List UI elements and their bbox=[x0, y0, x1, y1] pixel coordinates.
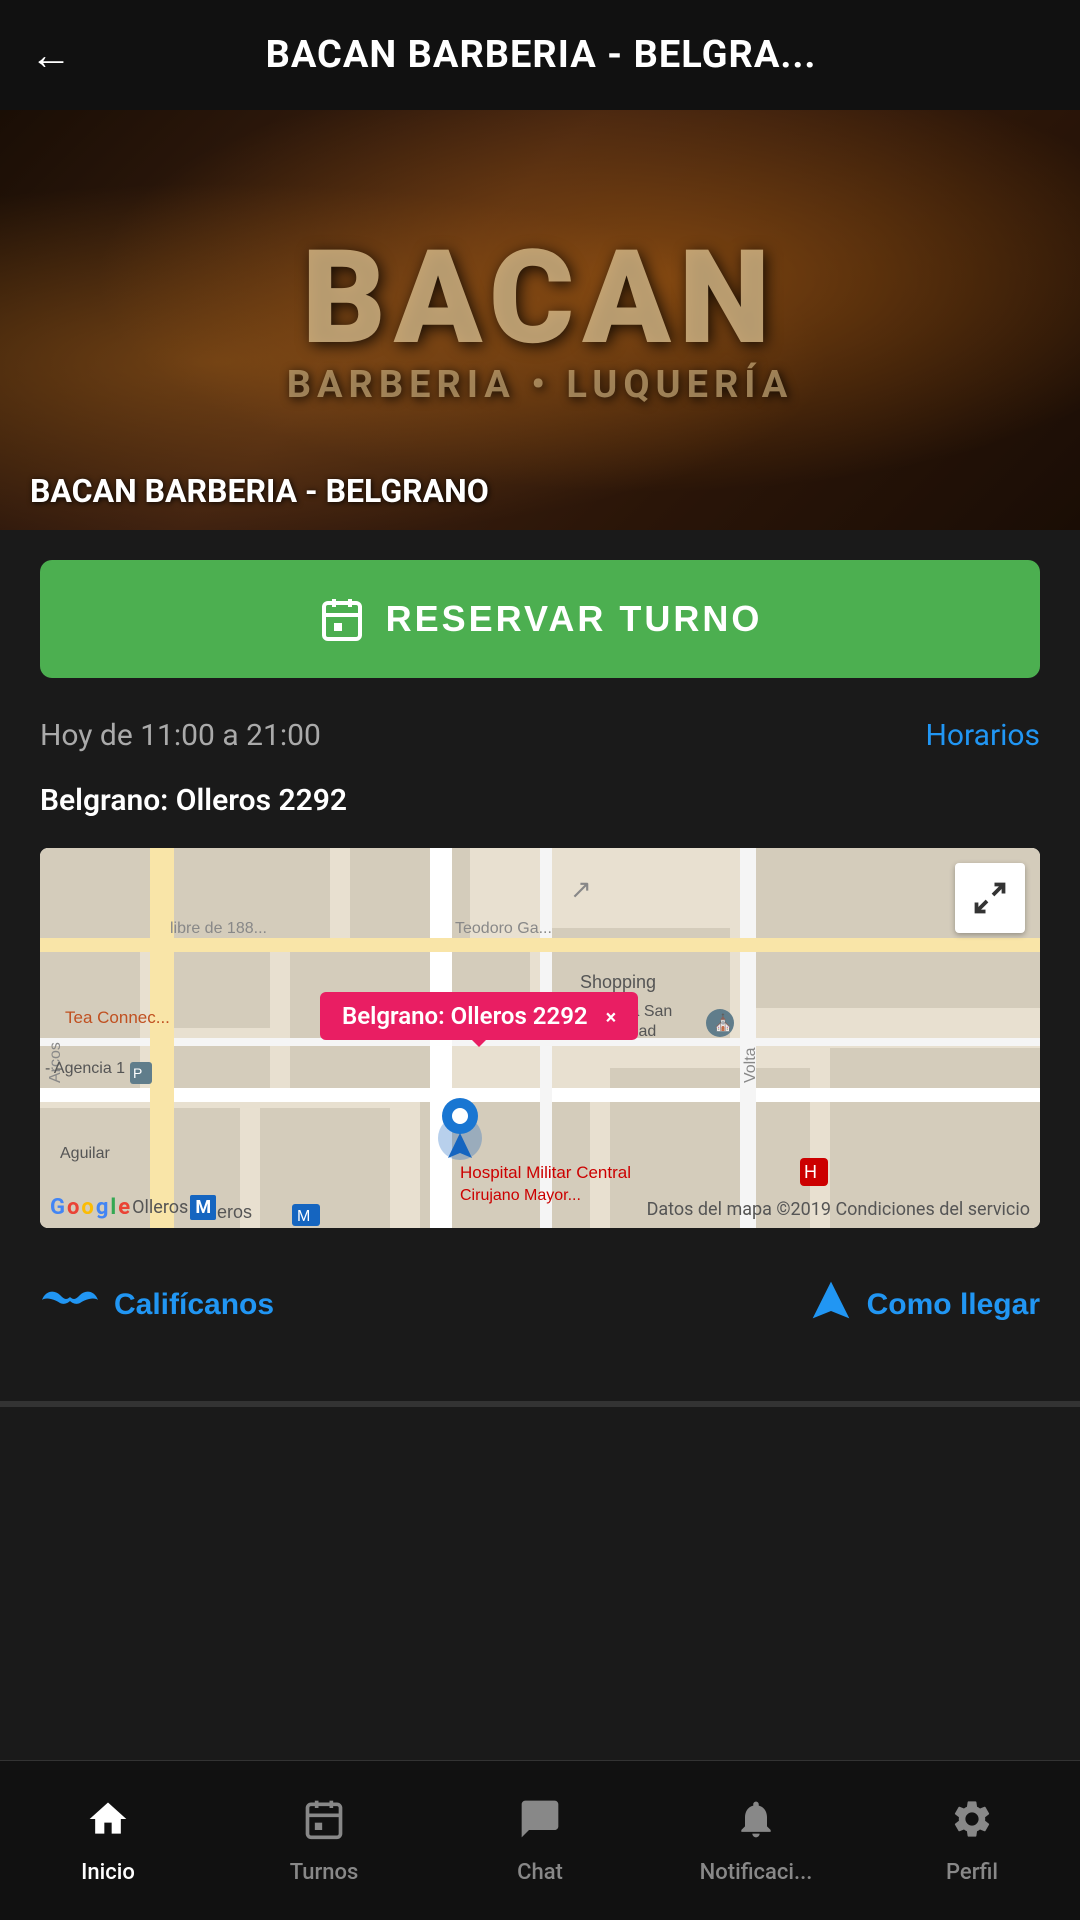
rate-label: Califícanos bbox=[114, 1288, 274, 1322]
directions-button[interactable]: Como llegar bbox=[809, 1278, 1040, 1331]
map-copyright: Datos del mapa ©2019 Condiciones del ser… bbox=[647, 1199, 1030, 1220]
nav-label-chat: Chat bbox=[517, 1860, 563, 1885]
map-container[interactable]: libre de 188... Teodoro Ga... Arcos Volt… bbox=[40, 848, 1040, 1228]
svg-text:P: P bbox=[133, 1065, 142, 1081]
navigation-icon bbox=[809, 1278, 853, 1331]
nav-label-inicio: Inicio bbox=[81, 1860, 135, 1885]
hero-sub-text: BARBERIA • LUQUERÍA bbox=[287, 363, 794, 407]
svg-text:Hospital Militar Central: Hospital Militar Central bbox=[460, 1163, 631, 1182]
horarios-link[interactable]: Horarios bbox=[926, 718, 1040, 753]
chat-icon bbox=[518, 1797, 562, 1852]
svg-text:↗: ↗ bbox=[570, 874, 592, 904]
svg-text:H: H bbox=[804, 1162, 817, 1182]
header: ← BACAN BARBERIA - BELGRA... bbox=[0, 0, 1080, 110]
rate-button[interactable]: Califícanos bbox=[40, 1282, 274, 1327]
fullscreen-icon bbox=[972, 880, 1008, 916]
hero-big-text: BACAN bbox=[302, 233, 778, 363]
svg-text:Aguilar: Aguilar bbox=[60, 1145, 110, 1162]
hours-row: Hoy de 11:00 a 21:00 Horarios bbox=[40, 718, 1040, 753]
hero-overlay: BACAN BARBERIA • LUQUERÍA bbox=[0, 110, 1080, 530]
hero-caption: BACAN BARBERIA - BELGRANO bbox=[30, 472, 489, 510]
nav-item-chat[interactable]: Chat bbox=[432, 1761, 648, 1920]
page-title: BACAN BARBERIA - BELGRA... bbox=[92, 33, 990, 77]
home-icon bbox=[86, 1797, 130, 1852]
map-tooltip: Belgrano: Olleros 2292 × bbox=[320, 992, 638, 1040]
nav-item-turnos[interactable]: Turnos bbox=[216, 1761, 432, 1920]
tooltip-text: Belgrano: Olleros 2292 bbox=[342, 1002, 588, 1030]
nav-label-turnos: Turnos bbox=[290, 1860, 359, 1885]
bottom-navigation: Inicio Turnos Chat Noti bbox=[0, 1760, 1080, 1920]
nav-label-perfil: Perfil bbox=[946, 1860, 998, 1885]
map-close-button[interactable]: × bbox=[606, 1005, 617, 1029]
svg-text:⛪: ⛪ bbox=[713, 1013, 733, 1032]
svg-text:Teodoro Ga...: Teodoro Ga... bbox=[455, 920, 552, 937]
svg-text:Cirujano Mayor...: Cirujano Mayor... bbox=[460, 1187, 581, 1204]
nav-label-notificaciones: Notificaci... bbox=[700, 1860, 813, 1885]
back-button[interactable]: ← bbox=[30, 31, 72, 80]
google-suffix: Olleros bbox=[132, 1197, 188, 1218]
main-content: RESERVAR TURNO Hoy de 11:00 a 21:00 Hora… bbox=[0, 530, 1080, 1401]
address-text: Belgrano: Olleros 2292 bbox=[40, 783, 1040, 818]
nav-item-inicio[interactable]: Inicio bbox=[0, 1761, 216, 1920]
hours-text: Hoy de 11:00 a 21:00 bbox=[40, 718, 321, 753]
google-brand: Google Olleros M bbox=[50, 1195, 216, 1220]
nav-item-perfil[interactable]: Perfil bbox=[864, 1761, 1080, 1920]
gear-icon bbox=[950, 1797, 994, 1852]
reserve-label: RESERVAR TURNO bbox=[386, 598, 763, 640]
mustache-icon bbox=[40, 1282, 100, 1327]
bell-icon bbox=[734, 1797, 778, 1852]
nav-item-notificaciones[interactable]: Notificaci... bbox=[648, 1761, 864, 1920]
svg-text:Tea Connec...: Tea Connec... bbox=[65, 1008, 170, 1027]
fullscreen-button[interactable] bbox=[955, 863, 1025, 933]
svg-text:libre de 188...: libre de 188... bbox=[170, 920, 267, 937]
reserve-button[interactable]: RESERVAR TURNO bbox=[40, 560, 1040, 678]
calendar-nav-icon bbox=[302, 1797, 346, 1852]
svg-text:- Agencia 1: - Agencia 1 bbox=[45, 1060, 125, 1077]
svg-text:Shopping: Shopping bbox=[580, 972, 656, 992]
directions-label: Como llegar bbox=[867, 1288, 1040, 1322]
metro-icon: M bbox=[190, 1195, 216, 1220]
actions-row: Califícanos Como llegar bbox=[40, 1268, 1040, 1371]
calendar-icon bbox=[318, 595, 366, 643]
hero-image: BACAN BARBERIA • LUQUERÍA BACAN BARBERIA… bbox=[0, 110, 1080, 530]
bottom-spacer bbox=[0, 1407, 1080, 1587]
svg-text:M: M bbox=[297, 1208, 310, 1225]
svg-text:Volta: Volta bbox=[742, 1047, 759, 1083]
